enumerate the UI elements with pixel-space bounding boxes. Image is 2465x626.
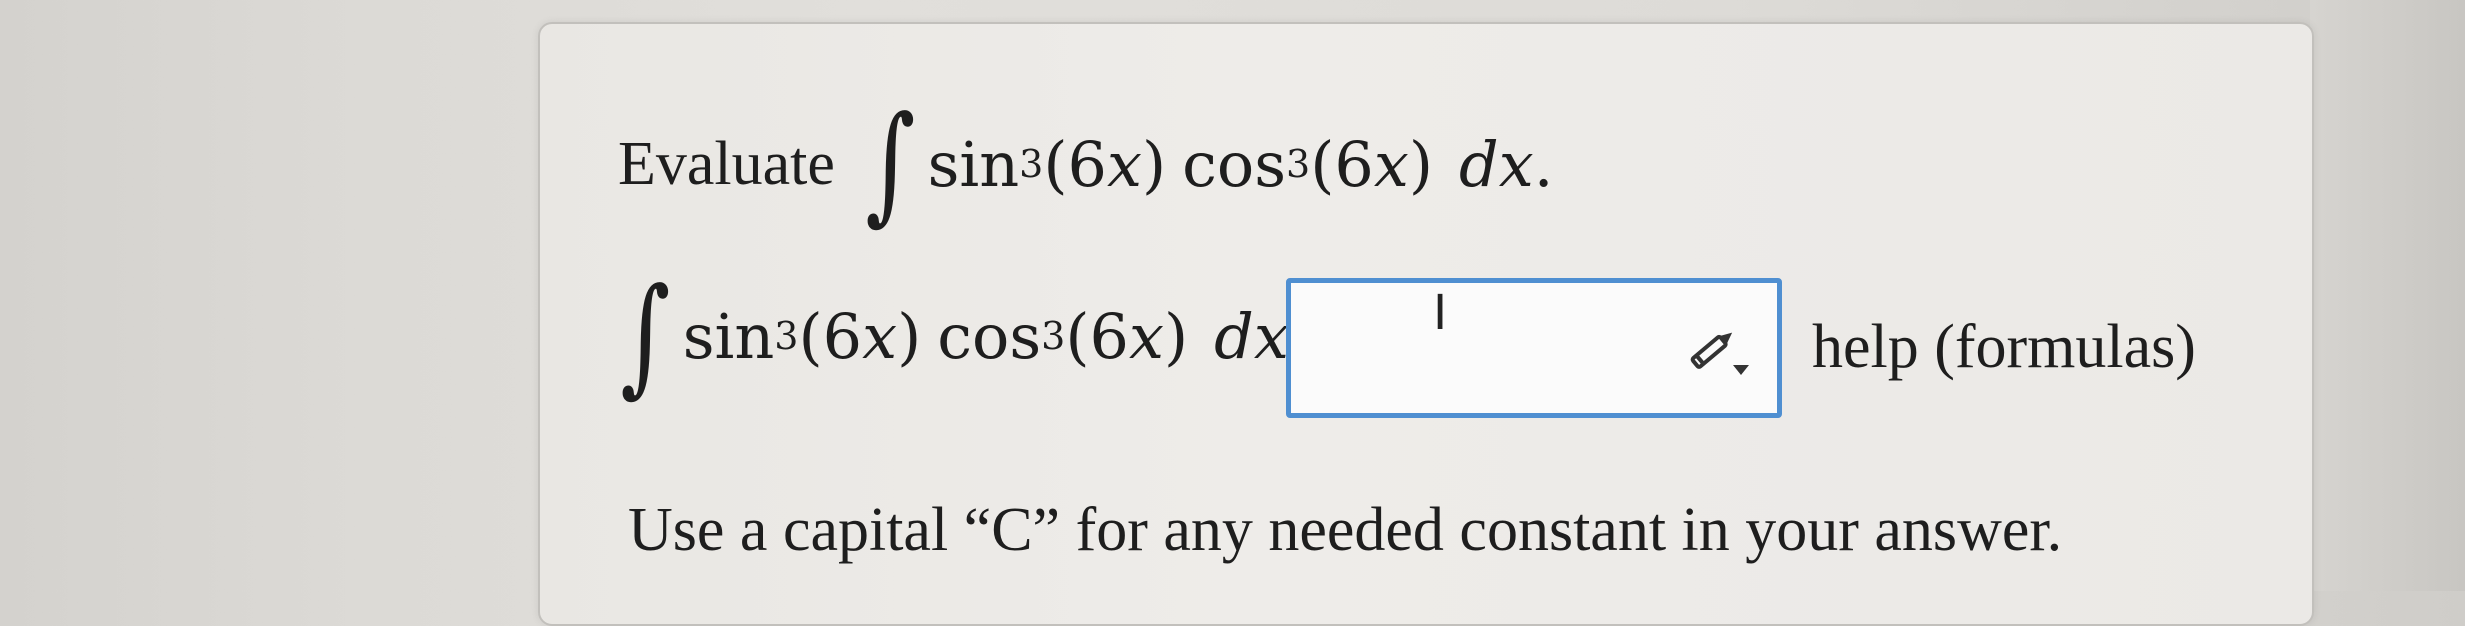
sin-function: sin <box>927 127 1020 201</box>
sin-function: sin <box>682 299 775 373</box>
sin-arg-open: (6 <box>1043 127 1107 201</box>
prompt-period: . <box>1533 127 1554 201</box>
sin-arg-close: ) <box>1141 127 1167 201</box>
cos-arg-open: (6 <box>1065 299 1129 373</box>
cos-arg-open: (6 <box>1310 127 1374 201</box>
answer-input[interactable]: I <box>1286 278 1782 418</box>
evaluate-label: Evaluate <box>618 129 835 198</box>
sin-arg-var: x <box>862 299 898 373</box>
answer-equation: ∫ sin3 (6x) cos3 (6x) dx = <box>612 261 1360 410</box>
dx-x: x <box>1253 299 1289 373</box>
cos-arg-var: x <box>1373 127 1409 201</box>
pencil-dropdown-icon[interactable] <box>1683 321 1753 381</box>
help-formulas-link[interactable]: help (formulas) <box>1812 312 2196 383</box>
cos-function: cos <box>1182 127 1287 201</box>
cos-arg-var: x <box>1128 299 1164 373</box>
background-edge <box>2310 0 2465 591</box>
cos-function: cos <box>937 299 1042 373</box>
cos-arg-close: ) <box>1163 299 1189 373</box>
integral-symbol: ∫ <box>865 89 916 238</box>
text-cursor-icon: I <box>1433 285 1448 341</box>
sin-arg-var: x <box>1106 127 1142 201</box>
sin-arg-open: (6 <box>798 299 863 373</box>
question-prompt: Evaluate ∫ sin 3 (6 x) cos 3 (6 x) dx. <box>618 89 1554 238</box>
sin-arg-close: ) <box>897 299 922 373</box>
dx-d: d <box>1459 127 1499 201</box>
integral-symbol: ∫ <box>620 261 671 410</box>
dx-x: x <box>1498 127 1534 201</box>
cos-arg-close: ) <box>1408 127 1434 201</box>
instruction-note: Use a capital “C” for any needed constan… <box>628 496 2063 564</box>
dx-d: d <box>1214 299 1254 373</box>
